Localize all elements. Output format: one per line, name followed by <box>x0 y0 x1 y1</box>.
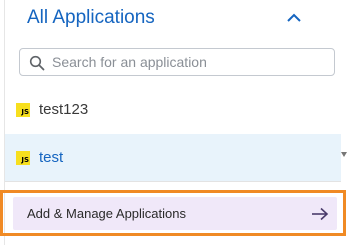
dropdown-header[interactable]: All Applications <box>5 0 347 40</box>
application-name: test123 <box>39 101 89 118</box>
dropdown-title: All Applications <box>27 7 155 28</box>
add-manage-applications-label: Add & Manage Applications <box>27 206 186 221</box>
scroll-down-indicator[interactable] <box>341 152 347 157</box>
application-item[interactable]: JS test123 <box>5 86 341 133</box>
application-name: test <box>39 149 64 166</box>
javascript-icon: JS <box>16 150 30 165</box>
arrow-right-icon <box>312 207 329 220</box>
search-icon <box>29 55 45 71</box>
search-box[interactable] <box>19 48 335 76</box>
chevron-up-icon[interactable] <box>286 12 302 24</box>
add-manage-applications-button[interactable]: Add & Manage Applications <box>13 197 337 230</box>
application-item-selected[interactable]: JS test <box>5 134 341 181</box>
divider <box>5 181 341 182</box>
search-input[interactable] <box>52 52 322 72</box>
javascript-icon: JS <box>16 102 30 117</box>
